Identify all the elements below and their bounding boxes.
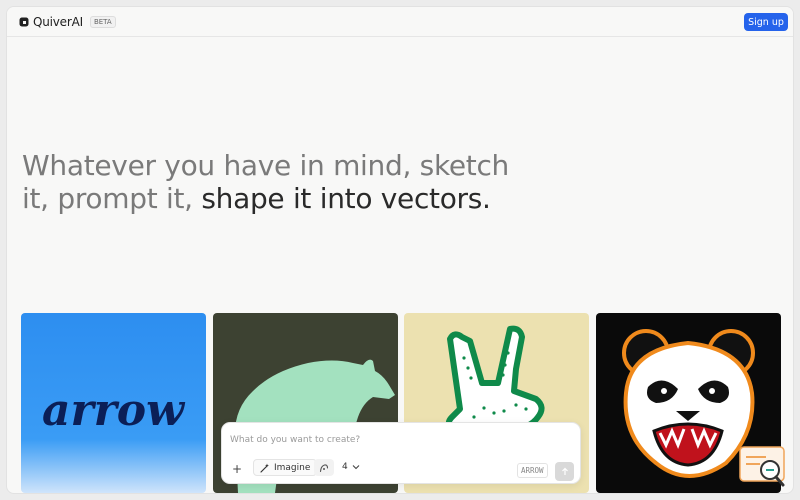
search-helper-icon[interactable] <box>736 445 788 490</box>
top-bar: QuiverAI BETA Sign up <box>7 7 793 37</box>
hero-dark-text: shape it into vectors. <box>201 182 491 215</box>
arrow-wordmark-icon: arrow <box>42 385 186 436</box>
prompt-input[interactable] <box>230 432 560 448</box>
arrow-wordmark-text: arrow <box>42 385 186 436</box>
prompt-composer: + Imagine 4 ARROW <box>221 422 581 484</box>
model-tag[interactable]: ARROW <box>517 463 548 478</box>
add-attachment-button[interactable]: + <box>232 462 242 476</box>
brand-name[interactable]: QuiverAI <box>33 15 83 29</box>
beta-badge: BETA <box>89 15 116 28</box>
sign-up-button[interactable]: Sign up <box>744 13 788 31</box>
hero-headline: Whatever you have in mind, sketch it, pr… <box>22 149 542 215</box>
sketch-mode-button[interactable] <box>314 459 334 476</box>
chevron-down-icon <box>352 465 360 470</box>
variation-count-select[interactable]: 4 <box>342 462 360 472</box>
magic-wand-icon <box>260 463 269 473</box>
imagine-button[interactable]: Imagine <box>253 459 318 476</box>
pen-curve-icon <box>319 463 329 472</box>
variation-count-value: 4 <box>342 462 348 472</box>
gallery-card-arrow[interactable]: arrow <box>21 313 206 493</box>
app-window: QuiverAI BETA Sign up Whatever you have … <box>6 6 794 494</box>
quiver-logo-icon <box>19 17 29 26</box>
arrow-up-icon <box>561 467 568 475</box>
send-button[interactable] <box>555 462 574 481</box>
imagine-label: Imagine <box>274 462 311 473</box>
